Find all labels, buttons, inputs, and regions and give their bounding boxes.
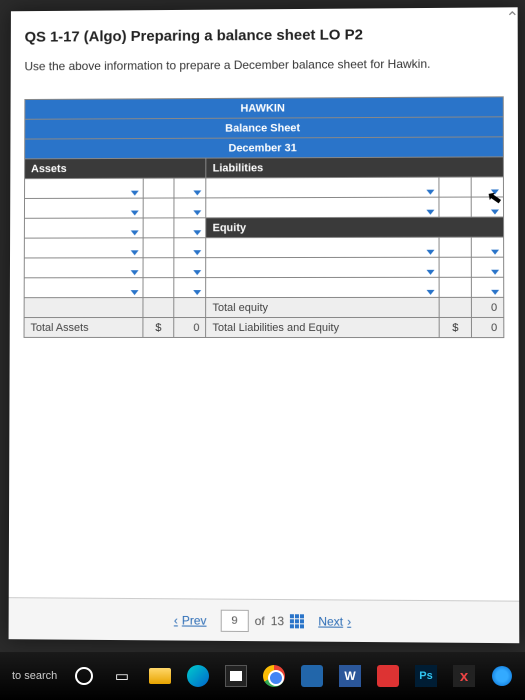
question-area: QS 1-17 (Algo) Preparing a balance sheet…	[10, 7, 519, 348]
file-explorer-icon[interactable]	[145, 661, 175, 691]
close-app-icon[interactable]: x	[449, 661, 479, 691]
total-equity-value: 0	[471, 297, 503, 317]
total-equity-label: Total equity	[206, 297, 439, 317]
currency-cell	[439, 277, 471, 297]
blank-cell	[174, 298, 206, 318]
currency-cell	[143, 238, 175, 258]
equity-name-input[interactable]	[206, 257, 439, 277]
app-screen: QS 1-17 (Algo) Preparing a balance sheet…	[9, 7, 520, 643]
balance-sheet-table: HAWKIN Balance Sheet December 31 Assets …	[24, 96, 505, 338]
cortana-icon[interactable]	[69, 661, 99, 691]
collapse-chevron-icon[interactable]: ⌃	[506, 8, 519, 28]
prev-label: Prev	[182, 613, 207, 627]
currency-cell	[439, 197, 471, 217]
asset-value-input[interactable]	[174, 198, 206, 218]
word-icon[interactable]: W	[335, 661, 365, 691]
liab-name-input[interactable]	[206, 197, 439, 218]
blank-cell	[24, 298, 142, 318]
blank-cell	[143, 298, 175, 318]
chevron-left-icon: ‹	[174, 613, 178, 627]
app-icon[interactable]	[373, 661, 403, 691]
app-icon[interactable]	[487, 661, 517, 691]
asset-name-input[interactable]	[24, 278, 142, 298]
liab-name-input[interactable]	[206, 177, 439, 198]
total-liab-eq-value: 0	[472, 317, 504, 337]
asset-value-input[interactable]	[174, 258, 206, 278]
equity-header: Equity	[206, 217, 503, 238]
asset-value-input[interactable]	[174, 178, 206, 198]
equity-value-input[interactable]	[471, 237, 503, 257]
page-current: 9	[231, 614, 237, 626]
currency-cell	[143, 258, 175, 278]
currency-cell	[439, 177, 471, 197]
currency-symbol: $	[142, 318, 174, 338]
asset-value-input[interactable]	[174, 278, 206, 298]
store-icon[interactable]	[221, 661, 251, 691]
photoshop-icon[interactable]: Ps	[411, 661, 441, 691]
asset-name-input[interactable]	[24, 198, 142, 218]
total-liab-eq-label: Total Liabilities and Equity	[206, 317, 439, 337]
page-current-box[interactable]: 9	[221, 609, 249, 631]
edge-icon[interactable]	[183, 661, 213, 691]
page-sep: of	[255, 613, 265, 627]
assets-header: Assets	[25, 158, 207, 179]
currency-cell	[439, 297, 471, 317]
equity-name-input[interactable]	[206, 277, 439, 297]
currency-cell	[439, 257, 471, 277]
question-title: QS 1-17 (Algo) Preparing a balance sheet…	[25, 25, 504, 45]
app-icon[interactable]	[297, 661, 327, 691]
equity-value-input[interactable]	[471, 277, 503, 297]
company-header: HAWKIN	[25, 97, 503, 119]
total-assets-value: 0	[174, 318, 206, 338]
question-instruction: Use the above information to prepare a D…	[24, 56, 503, 73]
grid-icon[interactable]	[290, 614, 304, 628]
question-nav-bar: ‹ Prev 9 of 13 Next ›	[9, 597, 520, 643]
currency-cell	[143, 218, 175, 238]
sheet-date: December 31	[25, 137, 504, 159]
asset-name-input[interactable]	[24, 218, 142, 238]
liabilities-header: Liabilities	[206, 157, 503, 178]
currency-cell	[143, 278, 175, 298]
chrome-icon[interactable]	[259, 661, 289, 691]
page-total: 13	[271, 614, 284, 628]
sheet-title: Balance Sheet	[25, 117, 504, 139]
next-button[interactable]: Next ›	[318, 614, 351, 628]
page-indicator: 9 of 13	[221, 609, 305, 632]
asset-value-input[interactable]	[174, 218, 206, 238]
currency-symbol: $	[439, 317, 471, 337]
chevron-right-icon: ›	[347, 614, 351, 628]
task-view-icon[interactable]: ▭	[107, 661, 137, 691]
total-assets-label: Total Assets	[24, 318, 143, 338]
currency-cell	[143, 198, 175, 218]
prev-button[interactable]: ‹ Prev	[174, 613, 207, 627]
asset-name-input[interactable]	[24, 258, 142, 278]
equity-name-input[interactable]	[206, 237, 439, 257]
equity-value-input[interactable]	[471, 257, 503, 277]
asset-value-input[interactable]	[174, 238, 206, 258]
taskbar-search-text[interactable]: to search	[8, 670, 57, 682]
next-label: Next	[318, 614, 343, 628]
currency-cell	[143, 178, 175, 198]
asset-name-input[interactable]	[25, 178, 143, 198]
asset-name-input[interactable]	[24, 238, 142, 258]
currency-cell	[439, 237, 471, 257]
windows-taskbar: to search ▭ W Ps x	[0, 652, 525, 700]
